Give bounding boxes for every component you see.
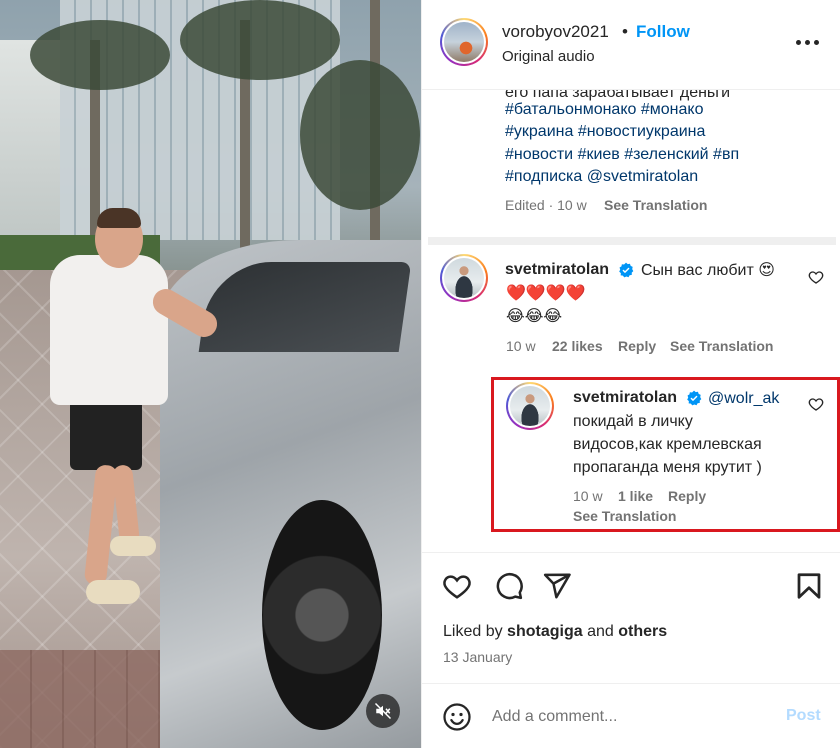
more-options-button[interactable]	[792, 30, 822, 54]
share-icon[interactable]	[542, 571, 572, 601]
post-header: vorobyov2021 • Follow Original audio	[422, 0, 840, 88]
comments-list[interactable]: его папа зарабатывает деньги #батальонмо…	[422, 89, 840, 551]
comment-see-translation[interactable]: See Translation	[670, 338, 773, 354]
reply-see-translation[interactable]: See Translation	[573, 508, 676, 524]
avatar-image	[444, 258, 484, 298]
like-heart-icon[interactable]	[442, 571, 472, 601]
reply-text: видосов,как кремлевская	[573, 436, 762, 453]
liked-user-link[interactable]: shotagiga	[507, 623, 583, 640]
author-username[interactable]: vorobyov2021	[502, 22, 609, 42]
reply-text: пропаганда меня крутит )	[573, 459, 762, 476]
caption-see-translation[interactable]: See Translation	[604, 197, 707, 213]
follow-button[interactable]: Follow	[636, 22, 690, 42]
save-icon[interactable]	[794, 571, 824, 601]
avatar-image	[510, 386, 550, 426]
comment-reply-button[interactable]: Reply	[618, 338, 656, 354]
comment-text: ❤️❤️❤️❤️	[506, 285, 586, 302]
mute-button[interactable]	[366, 694, 400, 728]
comment-likes[interactable]: 22 likes	[552, 338, 603, 354]
post-date[interactable]: 13 January	[443, 649, 512, 665]
car-wheel	[262, 500, 382, 730]
caption-hashtags[interactable]: #батальонмонако #монако	[505, 101, 703, 119]
comment-icon[interactable]	[494, 571, 524, 601]
emoji-icon[interactable]	[442, 702, 472, 732]
person-shorts	[70, 398, 142, 470]
more-icon-dot	[813, 39, 819, 45]
palm-leaves	[300, 60, 420, 210]
caption-hashtags[interactable]: #подписка @svetmiratolan	[505, 168, 698, 186]
reply-text: покидай в личку	[573, 413, 693, 430]
liked-others-link[interactable]: others	[618, 623, 667, 640]
comment-time: 10 w	[506, 338, 536, 354]
liked-and: and	[587, 623, 614, 640]
audio-label[interactable]: Original audio	[502, 48, 595, 65]
person-slide	[110, 536, 156, 556]
comment-text: 😂😂😂	[506, 308, 563, 325]
verified-icon	[687, 390, 702, 406]
person-hair	[97, 208, 141, 228]
comment-input[interactable]	[492, 704, 772, 730]
author-avatar[interactable]	[440, 18, 488, 66]
post-actions: Liked by shotagiga and others 13 January	[422, 552, 840, 682]
palm-leaves	[180, 0, 340, 80]
palm-leaves	[30, 20, 170, 90]
divider	[428, 237, 836, 245]
post-panel: vorobyov2021 • Follow Original audio его…	[421, 0, 840, 748]
caption-hashtags[interactable]: #украина #новостиукраина	[505, 123, 705, 141]
person-shirt	[50, 255, 168, 405]
more-icon	[795, 39, 801, 45]
mute-icon	[374, 702, 392, 720]
reply-mention[interactable]: @wolr_ak	[708, 387, 779, 410]
add-comment-bar: Post	[422, 683, 840, 748]
car-window	[198, 262, 412, 352]
heart-icon[interactable]	[808, 396, 824, 412]
more-icon-dot	[804, 39, 810, 45]
liked-by: Liked by shotagiga and others	[443, 623, 667, 641]
comment-username[interactable]: svetmiratolan	[505, 261, 609, 279]
person-slide	[86, 580, 140, 604]
heart-icon[interactable]	[808, 269, 824, 285]
separator-dot: •	[622, 22, 628, 41]
commenter-avatar[interactable]	[440, 254, 488, 302]
reply-time: 10 w	[573, 488, 603, 504]
comment-text: Сын вас любит 😍	[641, 262, 775, 279]
reply-username[interactable]: svetmiratolan	[573, 389, 677, 407]
avatar-image	[444, 22, 484, 62]
post-video[interactable]	[0, 0, 421, 748]
verified-icon	[619, 262, 634, 278]
caption-edited: Edited · 10 w	[505, 197, 587, 213]
post-button[interactable]: Post	[786, 707, 821, 725]
reply-reply-button[interactable]: Reply	[668, 488, 706, 504]
reply-likes[interactable]: 1 like	[618, 488, 653, 504]
liked-prefix: Liked by	[443, 623, 503, 640]
reply-avatar[interactable]	[506, 382, 554, 430]
caption-hashtags[interactable]: #новости #киев #зеленский #вп	[505, 146, 739, 164]
